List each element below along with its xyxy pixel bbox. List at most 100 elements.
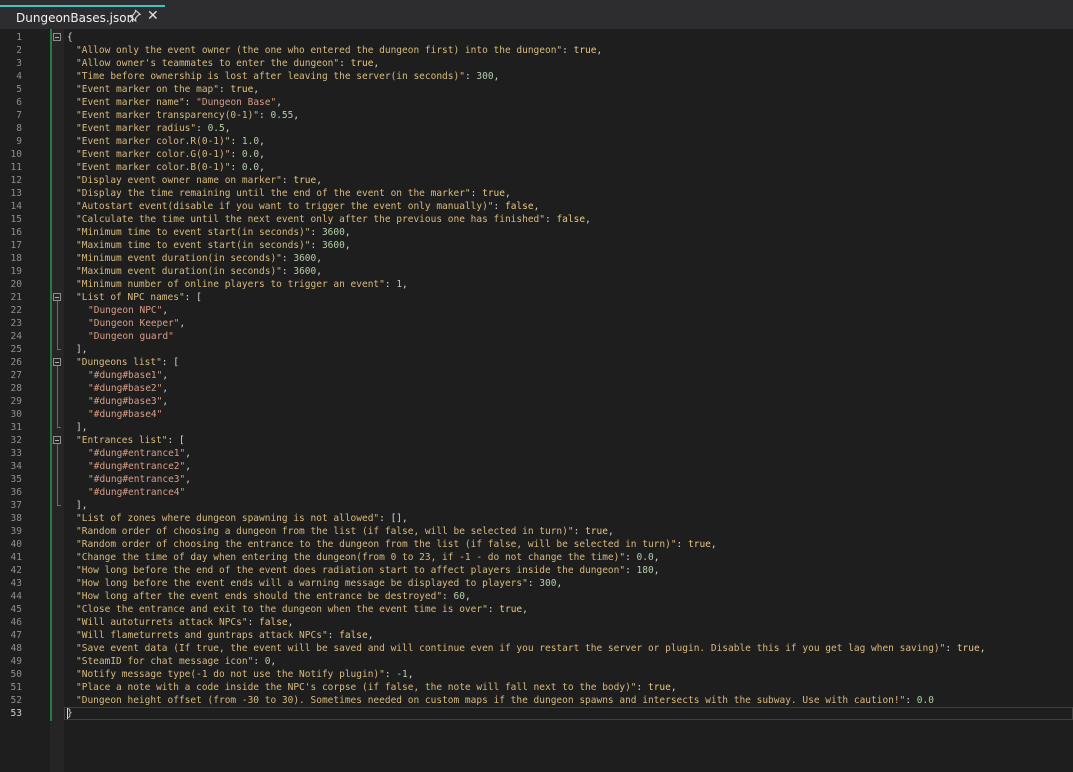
line-number: 8: [16, 123, 22, 134]
code-token: true: [230, 84, 254, 95]
code-token: 180: [636, 565, 654, 576]
code-line: "Notify message type(-1 do not use the N…: [76, 668, 414, 681]
line-number: 36: [10, 487, 22, 498]
code-token: "Random order of choosing a dungeon from…: [76, 526, 574, 537]
code-token: "Event marker color.R(0-1)": [76, 136, 231, 147]
code-token: :: [905, 695, 917, 706]
code-token: :: [327, 630, 340, 641]
tab-dungeonbases[interactable]: DungeonBases.json ✕: [0, 5, 165, 29]
change-indicator: [50, 29, 52, 721]
line-number: 1: [16, 32, 22, 43]
code-token: "#dung#base3": [88, 396, 163, 407]
code-token: ,: [556, 578, 563, 589]
fold-end-marker: [57, 349, 61, 350]
code-token: true: [350, 58, 374, 69]
code-line: "List of NPC names": [: [76, 291, 202, 304]
line-number: 46: [10, 617, 22, 628]
fold-toggle-icon[interactable]: [53, 33, 61, 41]
code-line: ],: [76, 343, 87, 356]
code-line: ],: [76, 499, 87, 512]
line-number: 7: [16, 110, 22, 121]
code-line: "Time before ownership is lost after lea…: [76, 70, 499, 83]
code-token: :: [281, 266, 294, 277]
code-token: :: [339, 58, 351, 69]
fold-toggle-icon[interactable]: [53, 436, 61, 444]
code-token: :: [310, 227, 322, 238]
code-token: ,: [979, 643, 986, 654]
line-number: 19: [10, 266, 22, 277]
line-number: 15: [10, 214, 22, 225]
line-number: 20: [10, 279, 22, 290]
fold-toggle-icon[interactable]: [53, 358, 61, 366]
code-token: : [: [167, 435, 185, 446]
code-token: :: [636, 682, 648, 693]
code-token: :: [230, 136, 242, 147]
code-line: "SteamID for chat message icon": 0,: [76, 655, 276, 668]
close-icon[interactable]: ✕: [147, 8, 159, 24]
code-token: :: [281, 253, 294, 264]
code-editor[interactable]: {"Allow only the event owner (the one wh…: [0, 29, 1073, 772]
code-token: "How long after the event ends should th…: [76, 591, 443, 602]
code-token: ,: [344, 240, 351, 251]
code-token: 3600: [293, 266, 317, 277]
code-token: :: [310, 240, 322, 251]
code-line: "Save event data (If true, the event wil…: [76, 642, 985, 655]
code-token: "Dungeons list": [76, 357, 162, 368]
fold-guide: [57, 366, 58, 427]
code-token: "Place a note with a code inside the NPC…: [76, 682, 637, 693]
line-number: 22: [10, 305, 22, 316]
line-number: 12: [10, 175, 22, 186]
code-line: "Dungeon NPC",: [88, 304, 168, 317]
code-line: "Minimum time to event start(in seconds)…: [76, 226, 351, 239]
line-number: 26: [10, 357, 22, 368]
line-number: 45: [10, 604, 22, 615]
line-number: 34: [10, 461, 22, 472]
code-token: "Event marker on the map": [76, 84, 219, 95]
code-line: "Calculate the time until the next event…: [76, 213, 591, 226]
line-number: 39: [10, 526, 22, 537]
code-token: ,: [276, 97, 282, 108]
pin-icon[interactable]: [127, 9, 141, 25]
code-token: ],: [76, 500, 88, 511]
code-line: "Event marker radius": 0.5,: [76, 122, 230, 135]
code-token: "Change the time of day when entering th…: [76, 552, 626, 563]
code-token: "Will autoturrets attack NPCs": [76, 617, 248, 628]
line-number: 49: [10, 656, 22, 667]
code-token: "SteamID for chat message icon": [76, 656, 254, 667]
line-number: 9: [16, 136, 22, 147]
code-token: ,: [259, 149, 265, 160]
code-token: true: [293, 175, 317, 186]
line-number: 31: [10, 422, 22, 433]
line-number: 14: [10, 201, 22, 212]
line-number: 35: [10, 474, 22, 485]
code-token: "#dung#entrance3": [88, 474, 186, 485]
code-token: :: [219, 84, 231, 95]
code-token: 3600: [321, 227, 345, 238]
code-line: "Change the time of day when entering th…: [76, 551, 659, 564]
code-line: "How long before the event ends will a w…: [76, 577, 562, 590]
code-token: ,: [293, 110, 300, 121]
code-token: "Save event data (If true, the event wil…: [76, 643, 946, 654]
code-token: {: [67, 32, 73, 43]
code-token: "#dung#entrance2": [88, 461, 186, 472]
code-line: "Event marker color.G(0-1)": 0.0,: [76, 148, 265, 161]
text-caret: [67, 708, 68, 719]
code-line: "How long before the end of the event do…: [76, 564, 659, 577]
code-token: :: [384, 669, 397, 680]
code-line: "Dungeons list": [: [76, 356, 179, 369]
line-number: 50: [10, 669, 22, 680]
code-token: ,: [179, 318, 186, 329]
code-token: 0.0: [241, 162, 260, 173]
code-line: "#dung#base4": [88, 408, 162, 421]
line-number: 33: [10, 448, 22, 459]
code-line: "Allow owner's teammates to enter the du…: [76, 57, 379, 70]
code-token: 3600: [321, 240, 345, 251]
code-line: "Display event owner name on marker": tr…: [76, 174, 322, 187]
code-token: "#dung#entrance1": [88, 448, 186, 459]
fold-toggle-icon[interactable]: [53, 293, 61, 301]
code-line: {: [67, 31, 73, 44]
tab-title: DungeonBases.json: [16, 11, 135, 25]
code-token: ,: [596, 45, 603, 56]
code-token: ,: [185, 474, 191, 485]
code-token: :: [253, 656, 265, 667]
